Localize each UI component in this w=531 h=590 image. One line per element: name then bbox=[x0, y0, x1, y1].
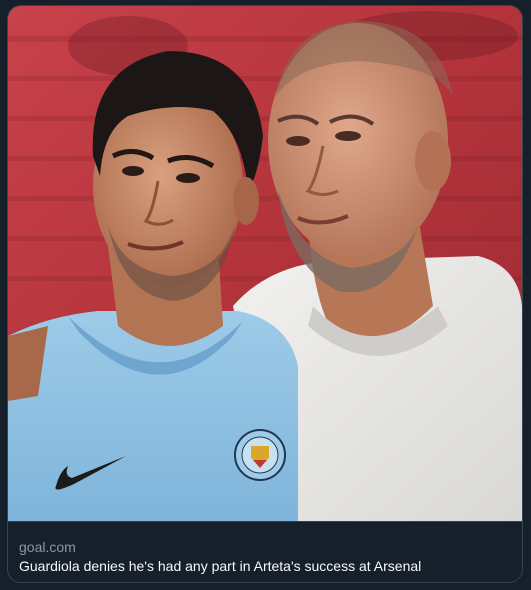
link-domain: goal.com bbox=[19, 539, 76, 555]
link-title[interactable]: Guardiola denies he's had any part in Ar… bbox=[19, 558, 421, 575]
link-card-footer: goal.com Guardiola denies he's had any p… bbox=[8, 521, 522, 582]
article-photo bbox=[8, 6, 522, 521]
article-thumbnail[interactable] bbox=[8, 6, 522, 521]
club-crest bbox=[234, 429, 286, 481]
link-preview-card[interactable]: goal.com Guardiola denies he's had any p… bbox=[7, 5, 523, 583]
